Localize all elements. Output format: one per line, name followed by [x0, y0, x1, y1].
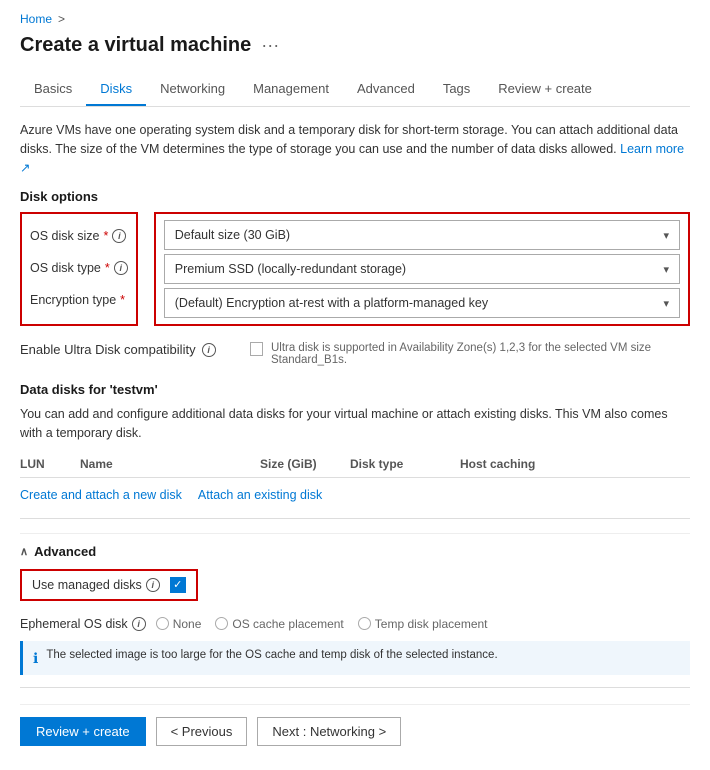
- os-disk-type-dropdown[interactable]: Premium SSD (locally-redundant storage) …: [164, 254, 680, 284]
- radio-circle-temp-disk: [358, 617, 371, 630]
- os-disk-type-label: OS disk type * i: [30, 252, 128, 284]
- breadcrumb-home[interactable]: Home: [20, 12, 52, 26]
- col-disk-type: Disk type: [350, 455, 460, 473]
- page-description: Azure VMs have one operating system disk…: [20, 121, 690, 177]
- breadcrumb: Home >: [20, 12, 690, 26]
- tab-management[interactable]: Management: [239, 73, 343, 106]
- chevron-up-icon: ∧: [20, 545, 28, 558]
- advanced-section: ∧ Advanced Use managed disks i Ephemeral…: [20, 533, 690, 675]
- data-disks-description: You can add and configure additional dat…: [20, 405, 690, 443]
- disk-labels-box: OS disk size * i OS disk type * i Encryp…: [20, 212, 138, 326]
- encryption-type-label: Encryption type *: [30, 284, 128, 316]
- radio-temp-disk[interactable]: Temp disk placement: [358, 617, 488, 631]
- tab-networking[interactable]: Networking: [146, 73, 239, 106]
- ultra-disk-row: Enable Ultra Disk compatibility i Ultra …: [20, 342, 690, 366]
- required-marker-3: *: [120, 293, 125, 307]
- col-lun: LUN: [20, 455, 80, 473]
- create-attach-disk-link[interactable]: Create and attach a new disk: [20, 488, 182, 502]
- encryption-type-dropdown[interactable]: (Default) Encryption at-rest with a plat…: [164, 288, 680, 318]
- managed-disks-checkbox[interactable]: [170, 577, 186, 593]
- tab-review-create[interactable]: Review + create: [484, 73, 606, 106]
- footer-actions: Review + create < Previous Next : Networ…: [20, 704, 690, 758]
- managed-disks-label: Use managed disks i: [32, 578, 160, 592]
- info-box-text: The selected image is too large for the …: [46, 649, 497, 661]
- data-disks-title: Data disks for 'testvm': [20, 382, 690, 397]
- managed-disks-info-icon[interactable]: i: [146, 578, 160, 592]
- ultra-disk-checkbox[interactable]: [250, 342, 263, 356]
- data-disks-section: Data disks for 'testvm' You can add and …: [20, 382, 690, 502]
- radio-none-label: None: [173, 617, 202, 631]
- os-disk-size-info-icon[interactable]: i: [112, 229, 126, 243]
- review-create-button[interactable]: Review + create: [20, 717, 146, 746]
- radio-circle-os-cache: [215, 617, 228, 630]
- radio-none[interactable]: None: [156, 617, 202, 631]
- managed-disks-row: Use managed disks i: [20, 569, 198, 601]
- chevron-down-icon-2: ▾: [663, 263, 669, 276]
- tab-bar: Basics Disks Networking Management Advan…: [20, 73, 690, 107]
- ephemeral-os-disk-row: Ephemeral OS disk i None OS cache placem…: [20, 617, 690, 631]
- ultra-disk-info-icon[interactable]: i: [202, 343, 216, 357]
- more-options-icon[interactable]: ···: [261, 35, 279, 56]
- col-name: Name: [80, 455, 260, 473]
- data-disks-table-header: LUN Name Size (GiB) Disk type Host cachi…: [20, 451, 690, 478]
- attach-existing-disk-link[interactable]: Attach an existing disk: [198, 488, 322, 502]
- required-marker: *: [103, 229, 108, 243]
- disk-options-title: Disk options: [20, 189, 690, 204]
- disk-dropdowns-box: Default size (30 GiB) ▾ Premium SSD (loc…: [154, 212, 690, 326]
- tab-tags[interactable]: Tags: [429, 73, 484, 106]
- breadcrumb-separator: >: [58, 12, 65, 26]
- radio-circle-none: [156, 617, 169, 630]
- page-title: Create a virtual machine: [20, 34, 251, 57]
- page-title-row: Create a virtual machine ···: [20, 34, 690, 57]
- tab-disks[interactable]: Disks: [86, 73, 146, 106]
- tab-basics[interactable]: Basics: [20, 73, 86, 106]
- chevron-down-icon: ▾: [663, 229, 669, 242]
- os-disk-type-info-icon[interactable]: i: [114, 261, 128, 275]
- previous-button[interactable]: < Previous: [156, 717, 248, 746]
- ephemeral-info-icon[interactable]: i: [132, 617, 146, 631]
- os-disk-size-label: OS disk size * i: [30, 220, 128, 252]
- external-link-icon: ↗: [20, 161, 30, 175]
- ephemeral-os-disk-label: Ephemeral OS disk i: [20, 617, 146, 631]
- col-size: Size (GiB): [260, 455, 350, 473]
- col-host-caching: Host caching: [460, 455, 580, 473]
- required-marker-2: *: [105, 261, 110, 275]
- ephemeral-radio-group: None OS cache placement Temp disk placem…: [156, 617, 488, 631]
- table-action-links: Create and attach a new disk Attach an e…: [20, 488, 690, 502]
- radio-os-cache[interactable]: OS cache placement: [215, 617, 343, 631]
- next-button[interactable]: Next : Networking >: [257, 717, 401, 746]
- os-disk-size-dropdown[interactable]: Default size (30 GiB) ▾: [164, 220, 680, 250]
- ultra-disk-label: Enable Ultra Disk compatibility: [20, 342, 196, 357]
- radio-os-cache-label: OS cache placement: [232, 617, 343, 631]
- footer-divider: [20, 687, 690, 688]
- tab-advanced[interactable]: Advanced: [343, 73, 429, 106]
- radio-temp-disk-label: Temp disk placement: [375, 617, 488, 631]
- divider: [20, 518, 690, 519]
- info-circle-icon: ℹ: [33, 650, 38, 667]
- advanced-toggle[interactable]: ∧ Advanced: [20, 544, 690, 559]
- info-box: ℹ The selected image is too large for th…: [20, 641, 690, 675]
- disk-options-container: OS disk size * i OS disk type * i Encryp…: [20, 212, 690, 326]
- advanced-title: Advanced: [34, 544, 96, 559]
- ultra-disk-description: Ultra disk is supported in Availability …: [271, 342, 690, 366]
- chevron-down-icon-3: ▾: [663, 297, 669, 310]
